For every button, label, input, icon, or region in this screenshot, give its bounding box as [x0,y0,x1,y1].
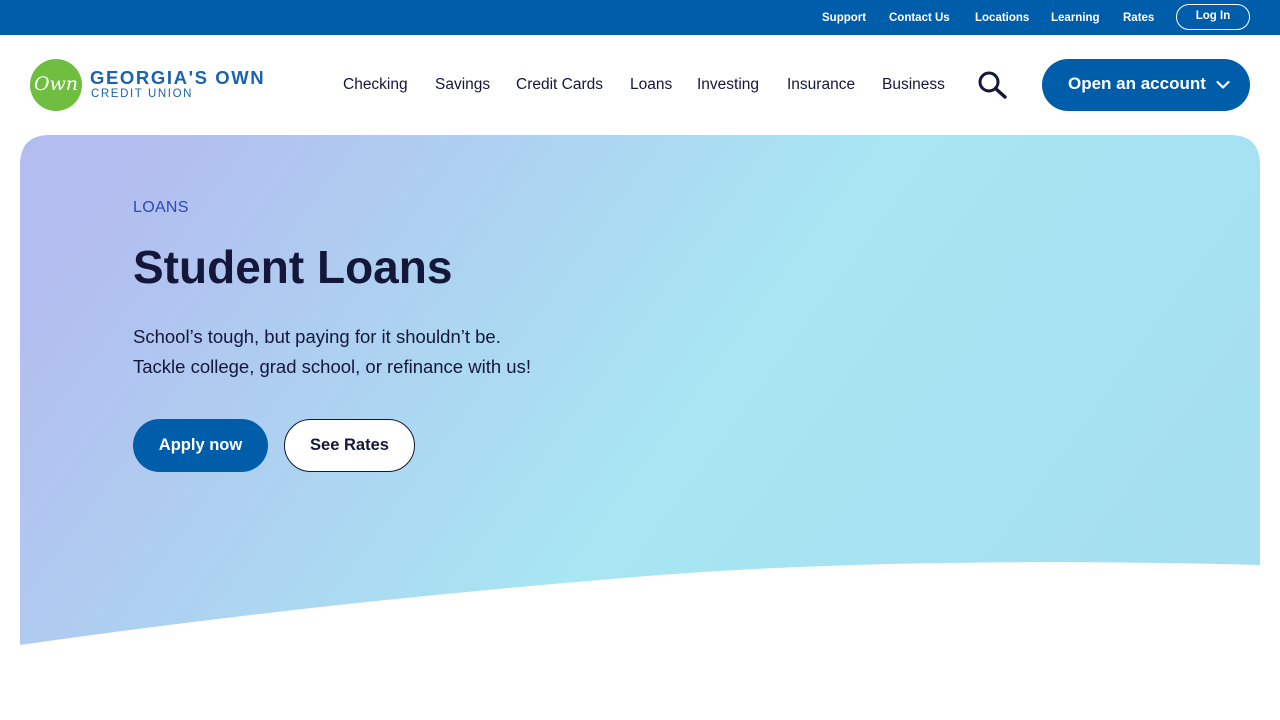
hero-description-line-2: Tackle college, grad school, or refinanc… [133,356,531,377]
hero-description-line-1: School’s tough, but paying for it should… [133,326,501,347]
utility-link-rates[interactable]: Rates [1123,12,1154,24]
nav-item-insurance[interactable]: Insurance [787,76,855,94]
utility-bar: Support Contact Us Locations Learning Ra… [0,0,1280,35]
open-account-label: Open an account [1068,74,1206,93]
see-rates-button[interactable]: See Rates [284,419,415,472]
utility-link-locations[interactable]: Locations [975,12,1029,24]
hero-banner [20,135,1260,645]
chevron-down-icon [1216,80,1230,89]
nav-item-business[interactable]: Business [882,76,945,94]
logo-subtitle: CREDIT UNION [91,88,194,100]
brand-logo[interactable]: Own GEORGIA'S OWN CREDIT UNION [30,59,280,111]
logo-title: GEORGIA'S OWN [90,67,266,88]
nav-item-savings[interactable]: Savings [435,76,490,94]
search-icon[interactable] [976,71,1008,99]
nav-item-loans[interactable]: Loans [630,76,672,94]
utility-link-support[interactable]: Support [822,12,866,24]
logo-mark: Own [33,73,79,95]
hero-description: School’s tough, but paying for it should… [133,322,653,382]
nav-item-credit-cards[interactable]: Credit Cards [516,76,603,94]
open-account-button[interactable]: Open an account [1042,59,1250,111]
page-title: Student Loans [133,241,453,293]
utility-link-contact[interactable]: Contact Us [889,12,950,24]
hero-background [20,135,1260,645]
nav-item-checking[interactable]: Checking [343,76,408,94]
login-button[interactable]: Log In [1176,4,1250,30]
utility-link-learning[interactable]: Learning [1051,12,1100,24]
apply-now-button[interactable]: Apply now [133,419,268,472]
hero-eyebrow: LOANS [133,199,189,216]
nav-item-investing[interactable]: Investing [697,76,759,94]
